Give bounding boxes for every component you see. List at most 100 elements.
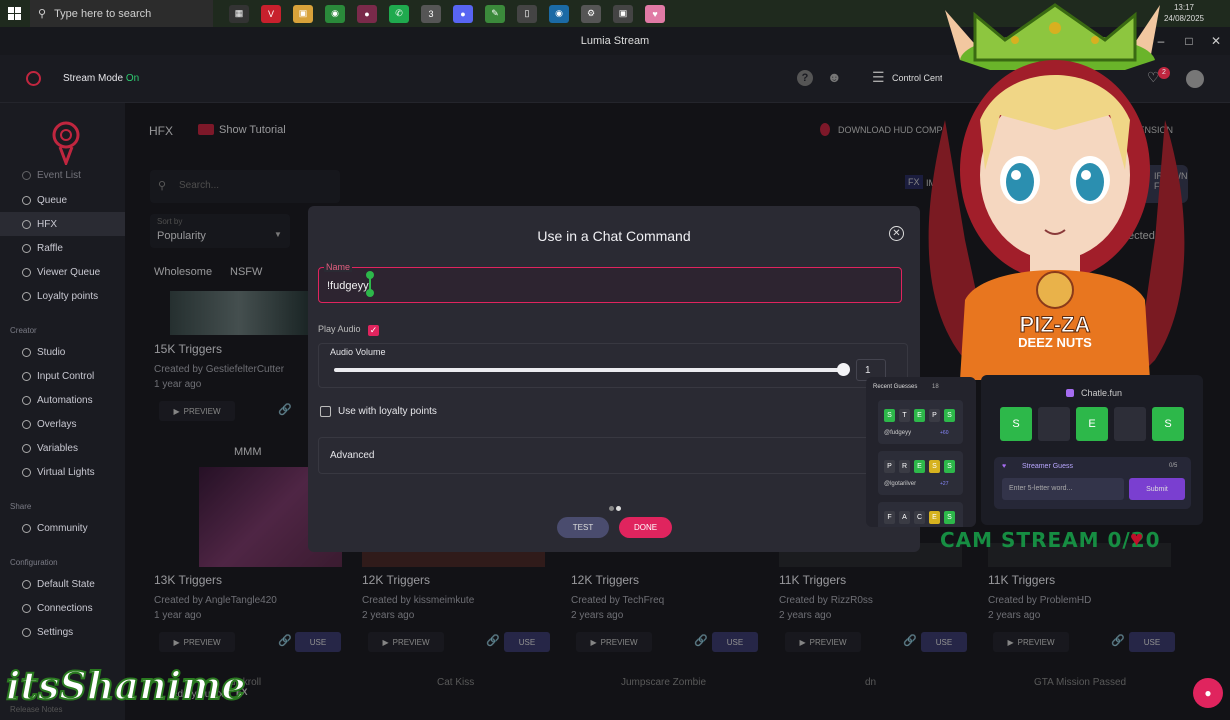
task-view-icon[interactable]: ▦: [229, 4, 249, 23]
obs-icon[interactable]: ▣: [613, 4, 633, 23]
sidebar-item-viewer-queue[interactable]: Viewer Queue: [0, 260, 125, 284]
sidebar-item-label: Studio: [37, 346, 66, 358]
sidebar-item-input-control[interactable]: Input Control: [0, 364, 125, 388]
command-name-input[interactable]: !fudgeyy: [318, 267, 902, 303]
audio-volume-slider[interactable]: [334, 368, 844, 372]
audio-volume-slider-handle[interactable]: [837, 363, 850, 376]
settings-app-icon[interactable]: ⚙: [581, 4, 601, 23]
done-button[interactable]: DONE: [619, 517, 672, 538]
streamer-guess-box: ♥ Streamer Guess 0/5 Enter 5-letter word…: [994, 457, 1191, 509]
advanced-label: Advanced: [330, 450, 375, 461]
sidebar-item-connections[interactable]: Connections: [0, 596, 125, 620]
vivaldi-icon[interactable]: V: [261, 4, 281, 23]
streamer-watermark: itsShanime: [5, 662, 247, 709]
play-audio-label: Play Audio: [318, 324, 361, 334]
sidebar-item-community[interactable]: Community: [0, 516, 125, 540]
file-explorer-icon[interactable]: ▣: [293, 4, 313, 23]
word-input[interactable]: Enter 5-letter word...: [1002, 478, 1124, 500]
stream-mode-label: Stream Mode: [63, 73, 124, 84]
sidebar-item-default-state[interactable]: Default State: [0, 572, 125, 596]
sidebar-item-settings[interactable]: Settings: [0, 620, 125, 644]
guess-points: +27: [940, 481, 949, 487]
search-icon: ⚲: [38, 8, 47, 20]
taskbar-search-placeholder: Type here to search: [54, 7, 152, 20]
notepad-icon[interactable]: ✎: [485, 4, 505, 23]
sidebar-item-automations[interactable]: Automations: [0, 388, 125, 412]
loyalty-points-checkbox[interactable]: [320, 406, 331, 417]
sidebar-item-overlays[interactable]: Overlays: [0, 412, 125, 436]
sidebar-item-label: Community: [37, 522, 88, 534]
capcut-icon[interactable]: ▯: [517, 4, 537, 23]
guess-row: P R E S S @lgotarilver +27: [878, 451, 963, 495]
close-window-button[interactable]: ✕: [1202, 27, 1230, 55]
help-icon[interactable]: ?: [797, 70, 813, 86]
chat-bubble-icon[interactable]: ●: [1193, 678, 1223, 708]
community-icon: [22, 523, 31, 533]
user-settings-icon[interactable]: ☻: [827, 69, 842, 85]
name-field-label: Name: [324, 262, 353, 272]
sidebar-item-studio[interactable]: Studio: [0, 340, 125, 364]
stream-mode-state: On: [125, 73, 140, 84]
advanced-section[interactable]: Advanced: [318, 437, 908, 474]
letter-tile: E: [929, 511, 940, 524]
letter-tile: T: [899, 409, 910, 422]
sidebar-item-label: HFX: [37, 218, 57, 230]
text-cursor-icon: [366, 271, 374, 297]
variables-icon: [22, 443, 31, 453]
sidebar-item-label: Automations: [37, 394, 93, 406]
play-audio-checkbox[interactable]: ✓: [368, 325, 379, 336]
steam-icon[interactable]: ◉: [549, 4, 569, 23]
chat-command-dialog: Use in a Chat Command ✕ !fudgeyy Name Pl…: [308, 206, 920, 552]
sidebar-item-variables[interactable]: Variables: [0, 436, 125, 460]
lumia-stream-icon[interactable]: ●: [357, 4, 377, 23]
sidebar-item-label: Virtual Lights: [37, 466, 95, 478]
letter-tile: [1038, 407, 1070, 441]
stream-mode-icon: [26, 71, 41, 86]
loading-dot: [616, 506, 621, 511]
letter-tile: S: [944, 511, 955, 524]
vtuber-avatar-overlay: PIZ-ZA DEEZ NUTS: [928, 3, 1185, 380]
recent-guesses-count: 18: [932, 384, 939, 390]
sidebar-item-loyalty-points[interactable]: Loyalty points: [0, 284, 125, 308]
audio-volume-label: Audio Volume: [330, 347, 386, 357]
chatle-title: Chatle.fun: [1081, 388, 1123, 398]
whatsapp-icon[interactable]: ✆: [389, 4, 409, 23]
stream-mode-toggle[interactable]: Stream Mode On: [63, 73, 139, 84]
letter-tile: S: [1000, 407, 1032, 441]
letter-tile: [1114, 407, 1146, 441]
taskbar-search-box[interactable]: ⚲ Type here to search: [30, 0, 213, 27]
letter-tile: S: [884, 409, 895, 422]
audio-volume-group: Audio Volume: [318, 343, 908, 388]
hfx-icon: [22, 219, 31, 229]
sidebar-item-hfx[interactable]: HFX: [0, 212, 125, 236]
sidebar-item-virtual-lights[interactable]: Virtual Lights: [0, 460, 125, 484]
sidebar-item-label: Raffle: [37, 242, 63, 254]
streamer-guess-count: 0/5: [1169, 463, 1178, 469]
letter-tile: S: [929, 460, 940, 473]
chrome-icon[interactable]: ◉: [325, 4, 345, 23]
letter-tile: A: [899, 511, 910, 524]
streamer-guess-label: Streamer Guess: [1022, 463, 1073, 470]
letter-tile: E: [914, 409, 925, 422]
submit-button[interactable]: Submit: [1129, 478, 1185, 500]
sidebar-item-queue[interactable]: Queue: [0, 188, 125, 212]
letter-tile: P: [929, 409, 940, 422]
window-title: Lumia Stream: [580, 35, 650, 47]
viewer-queue-icon: [22, 267, 31, 277]
letter-tile: S: [944, 460, 955, 473]
app-icon-3[interactable]: 3: [421, 4, 441, 23]
connections-icon: [22, 603, 31, 613]
sidebar-item-raffle[interactable]: Raffle: [0, 236, 125, 260]
sidebar-item-event-list[interactable]: Event List: [0, 167, 125, 183]
letter-tile: F: [884, 511, 895, 524]
sidebar-item-label: Connections: [37, 602, 93, 614]
test-button[interactable]: TEST: [557, 517, 609, 538]
guess-row: S T E P S @fudgeyy +60: [878, 400, 963, 444]
section-heading-creator: Creator: [10, 326, 37, 335]
heart-icon: ♥: [1002, 463, 1007, 470]
close-icon[interactable]: ✕: [889, 226, 904, 241]
event-list-icon: [22, 170, 31, 180]
discord-icon[interactable]: ●: [453, 4, 473, 23]
windows-start-button[interactable]: [0, 0, 30, 27]
pink-app-icon[interactable]: ♥: [645, 4, 665, 23]
